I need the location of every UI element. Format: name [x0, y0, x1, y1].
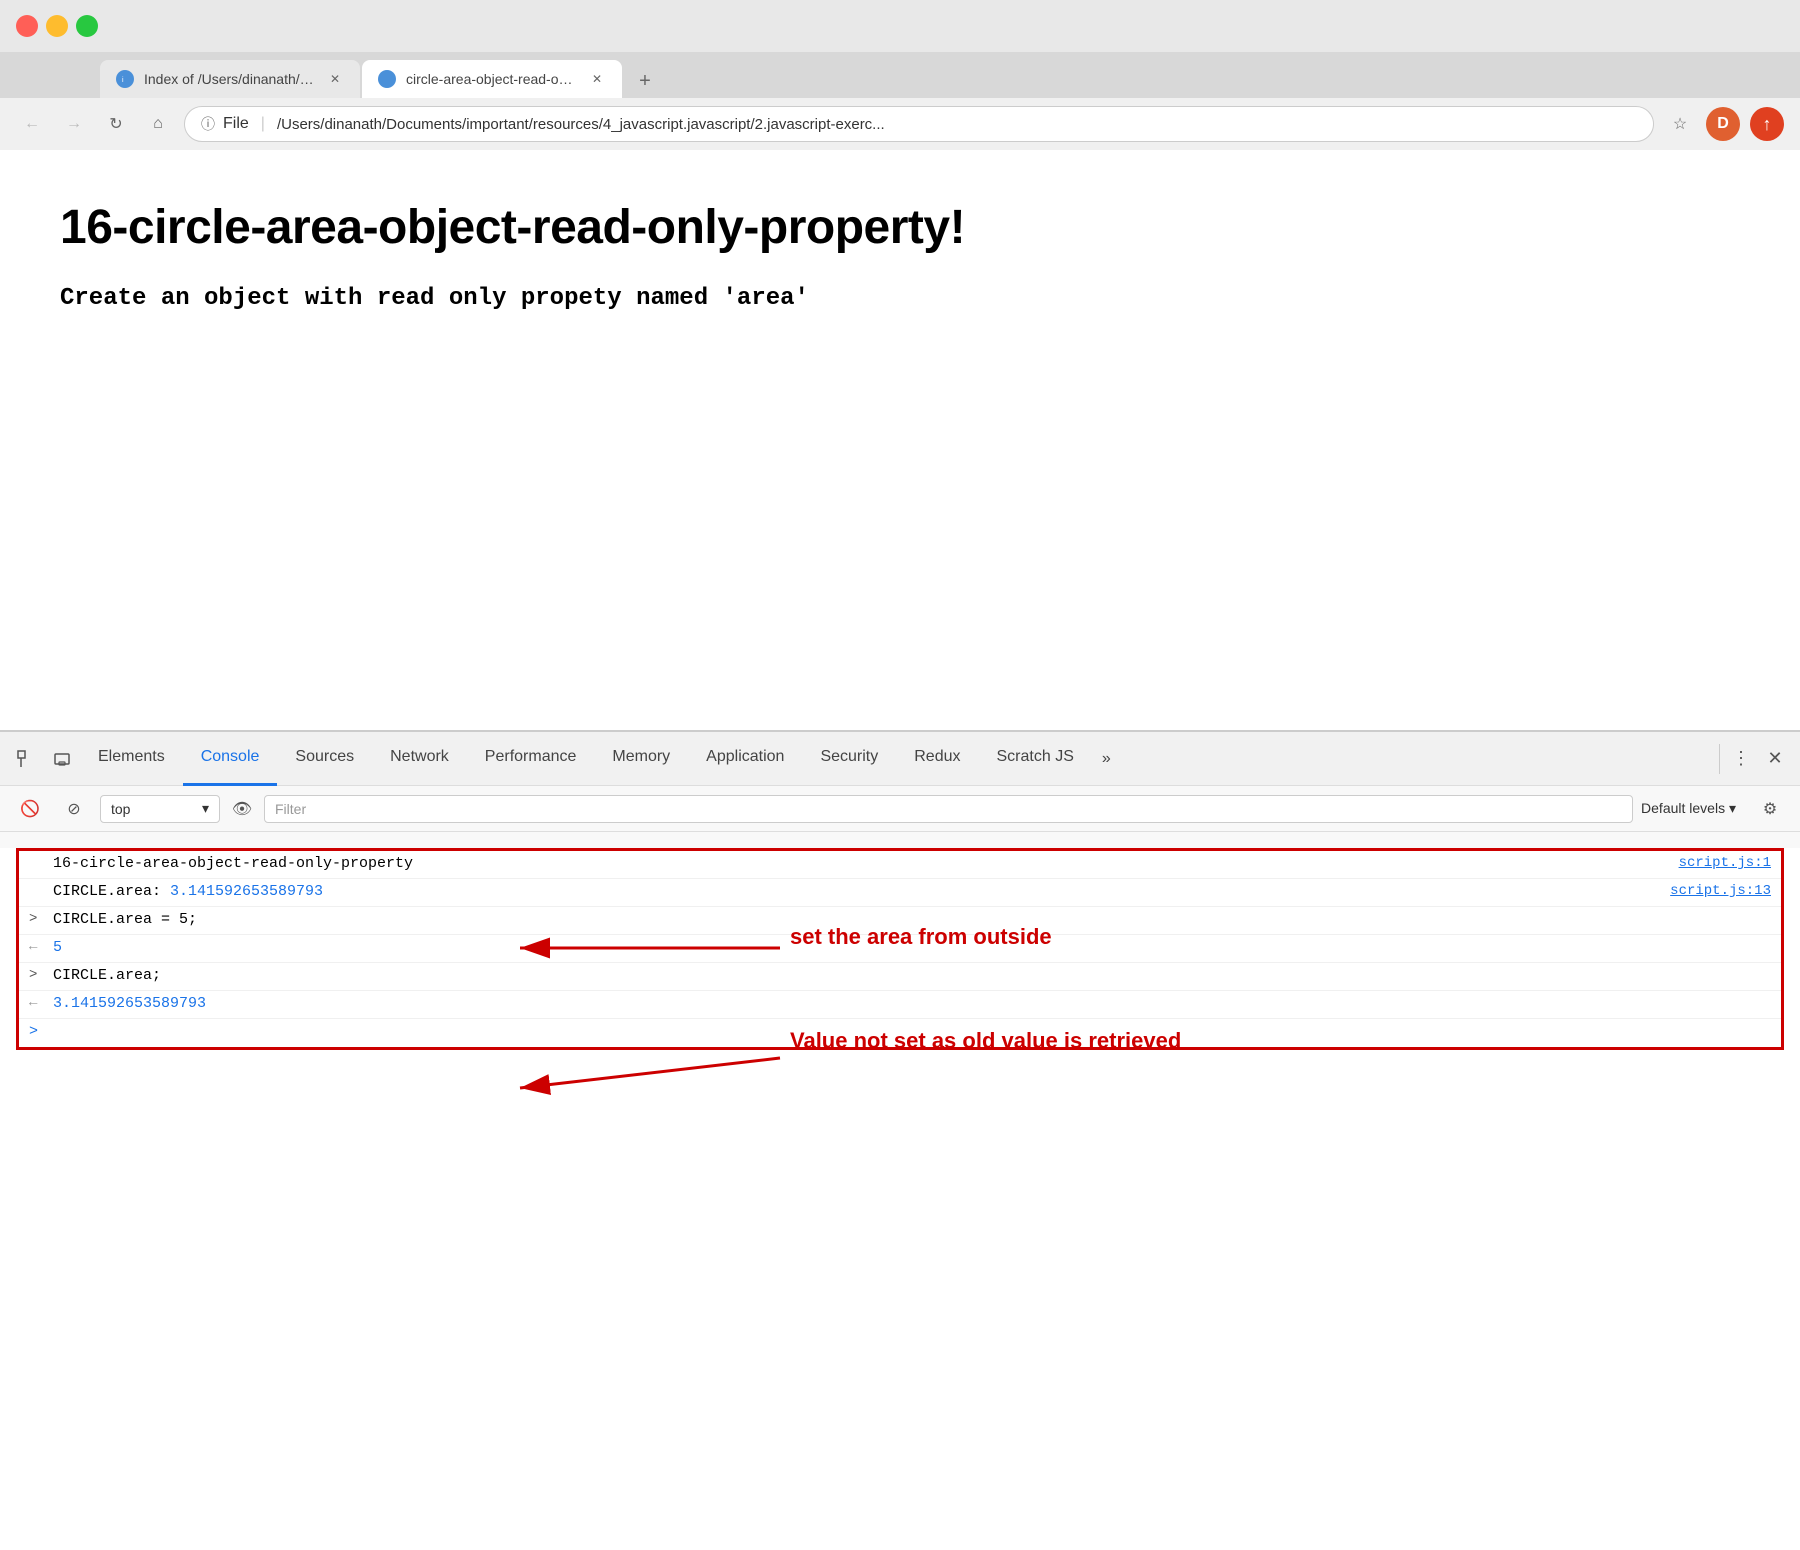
- console-gear-button[interactable]: ⚙: [1752, 791, 1788, 827]
- console-line-2: CIRCLE.area: 3.141592653589793 script.js…: [19, 879, 1781, 907]
- eye-button[interactable]: 👁: [228, 795, 256, 823]
- address-actions: ☆: [1664, 108, 1696, 140]
- tab-1-favicon: i: [116, 70, 134, 88]
- console-line-3-arrow: >: [29, 911, 45, 927]
- tab-1-close[interactable]: ✕: [326, 70, 344, 88]
- lock-icon: ⓘ: [201, 114, 215, 134]
- tab-2-favicon: [378, 70, 396, 88]
- tab-network[interactable]: Network: [372, 732, 467, 786]
- devtools-toolbar: 🚫 ⊘ top ▾ 👁 Filter Default levels ▾ ⚙: [0, 786, 1800, 832]
- filter-placeholder: Filter: [275, 801, 306, 817]
- forward-button[interactable]: →: [58, 108, 90, 140]
- annotation-arrow1: set the area from outside: [480, 908, 1100, 993]
- console-line-6-arrow: ←: [29, 995, 45, 1011]
- tab-console[interactable]: Console: [183, 732, 278, 786]
- annotation-label-2: Value not set as old value is retrieved: [790, 1028, 1181, 1054]
- clear-console-button[interactable]: 🚫: [12, 791, 48, 827]
- refresh-button[interactable]: ↻: [100, 108, 132, 140]
- tab-redux[interactable]: Redux: [896, 732, 978, 786]
- tab-1[interactable]: i Index of /Users/dinanath/Docum... ✕: [100, 60, 360, 98]
- url-separator: |: [261, 115, 265, 133]
- default-levels-button[interactable]: Default levels ▾: [1641, 800, 1736, 817]
- url-path: /Users/dinanath/Documents/important/reso…: [277, 116, 1637, 133]
- tab-scratch-js[interactable]: Scratch JS: [979, 732, 1092, 786]
- annotation-arrow2: Value not set as old value is retrieved: [480, 1028, 1100, 1133]
- url-file-label: File: [223, 115, 249, 133]
- traffic-lights: [16, 15, 98, 37]
- annotation-label-1: set the area from outside: [790, 924, 1052, 950]
- devtools-tab-bar: Elements Console Sources Network Perform…: [0, 732, 1800, 786]
- tab-elements[interactable]: Elements: [80, 732, 183, 786]
- new-tab-button[interactable]: +: [628, 64, 662, 98]
- devtools-console-area: 16-circle-area-object-read-only-property…: [0, 848, 1800, 1050]
- page-title: 16-circle-area-object-read-only-property…: [60, 200, 1740, 255]
- tab-2-close[interactable]: ✕: [588, 70, 606, 88]
- tab-1-title: Index of /Users/dinanath/Docum...: [144, 71, 316, 87]
- maximize-button[interactable]: [76, 15, 98, 37]
- profile-avatar[interactable]: D: [1706, 107, 1740, 141]
- back-button[interactable]: ←: [16, 108, 48, 140]
- tab-sources[interactable]: Sources: [277, 732, 372, 786]
- filter-input[interactable]: Filter: [264, 795, 1633, 823]
- console-prompt-arrow: >: [29, 1023, 38, 1040]
- title-bar: [0, 0, 1800, 52]
- tab-2[interactable]: circle-area-object-read-only-pr... ✕: [362, 60, 622, 98]
- console-settings-button[interactable]: ⊘: [56, 791, 92, 827]
- page-subtitle: Create an object with read only propety …: [60, 285, 1740, 312]
- devtools-close-button[interactable]: ✕: [1758, 742, 1792, 776]
- bookmark-button[interactable]: ☆: [1664, 108, 1696, 140]
- device-toggle-button[interactable]: [44, 741, 80, 777]
- console-line-1: 16-circle-area-object-read-only-property…: [19, 851, 1781, 879]
- update-button[interactable]: ↑: [1750, 107, 1784, 141]
- console-line-1-link[interactable]: script.js:1: [1679, 855, 1771, 871]
- devtools-more-menu[interactable]: ⋮: [1724, 742, 1758, 776]
- console-line-6: ← 3.141592653589793: [19, 991, 1781, 1019]
- tab-memory[interactable]: Memory: [594, 732, 688, 786]
- console-line-1-text: 16-circle-area-object-read-only-property: [53, 855, 1679, 872]
- home-button[interactable]: ⌂: [142, 108, 174, 140]
- page-content: 16-circle-area-object-read-only-property…: [0, 150, 1800, 730]
- console-line-4-arrow: ←: [29, 939, 45, 955]
- console-line-2-text: CIRCLE.area: 3.141592653589793: [53, 883, 1670, 900]
- inspect-element-button[interactable]: [8, 741, 44, 777]
- context-selector[interactable]: top ▾: [100, 795, 220, 823]
- devtools-separator: [1719, 744, 1720, 774]
- minimize-button[interactable]: [46, 15, 68, 37]
- address-bar: ← → ↻ ⌂ ⓘ File | /Users/dinanath/Documen…: [0, 98, 1800, 150]
- console-line-5-arrow: >: [29, 967, 45, 983]
- close-button[interactable]: [16, 15, 38, 37]
- tab-2-title: circle-area-object-read-only-pr...: [406, 71, 578, 87]
- tabs-bar: i Index of /Users/dinanath/Docum... ✕ ci…: [0, 52, 1800, 98]
- tab-security[interactable]: Security: [802, 732, 896, 786]
- url-bar[interactable]: ⓘ File | /Users/dinanath/Documents/impor…: [184, 106, 1654, 142]
- console-line-2-link[interactable]: script.js:13: [1670, 883, 1771, 899]
- context-dropdown-arrow: ▾: [202, 800, 209, 817]
- console-line-6-text: 3.141592653589793: [53, 995, 1771, 1012]
- more-tabs-button[interactable]: »: [1092, 732, 1121, 786]
- devtools-panel: Elements Console Sources Network Perform…: [0, 730, 1800, 1050]
- browser-chrome: i Index of /Users/dinanath/Docum... ✕ ci…: [0, 0, 1800, 150]
- tab-application[interactable]: Application: [688, 732, 802, 786]
- tab-performance[interactable]: Performance: [467, 732, 595, 786]
